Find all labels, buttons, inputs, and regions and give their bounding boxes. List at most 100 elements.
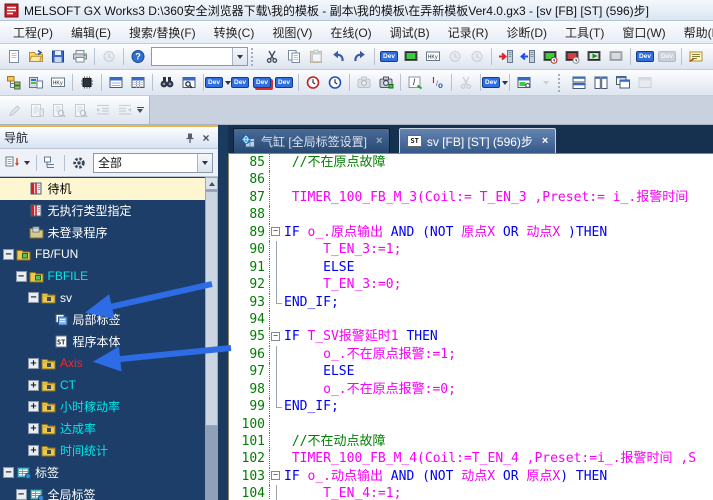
read-from-plc-icon[interactable]: [517, 46, 539, 67]
watch-window-icon[interactable]: Dev: [229, 72, 251, 93]
module-configuration-icon[interactable]: [76, 72, 98, 93]
toolbar-grip[interactable]: [251, 48, 258, 66]
device-comment-icon[interactable]: HKy: [47, 72, 69, 93]
tree-scrollbar[interactable]: [205, 177, 218, 500]
tree-item-FBFILE[interactable]: −FBFILE: [0, 265, 205, 287]
menu-item-1[interactable]: 编辑(E): [62, 22, 120, 43]
tree-expander-collapse[interactable]: −: [16, 489, 27, 500]
fold-toggle[interactable]: −: [270, 468, 284, 485]
menu-item-2[interactable]: 搜索/替换(F): [120, 22, 205, 43]
tree-expander-expand[interactable]: +: [28, 401, 39, 412]
keyword-search-combo[interactable]: [151, 47, 248, 66]
menu-item-5[interactable]: 在线(O): [321, 22, 380, 43]
monitor-window-icon[interactable]: [513, 72, 535, 93]
clock-setting-icon[interactable]: [302, 72, 324, 93]
tree-expander-collapse[interactable]: −: [28, 292, 39, 303]
fold-toggle[interactable]: −: [270, 328, 284, 345]
collapse-box-icon[interactable]: −: [271, 471, 280, 480]
cut-icon[interactable]: [261, 46, 283, 67]
tree-item-小时稼动率[interactable]: +小时稼动率: [0, 396, 205, 418]
tab-close-icon[interactable]: ×: [542, 135, 548, 147]
project-tree[interactable]: 待机无执行类型指定未登录程序−FB/FUN−FBFILE−sv局部标签ST程序本…: [0, 177, 218, 500]
device-batch-monitor-icon[interactable]: Dev: [207, 72, 229, 93]
tree-item-Axis[interactable]: +Axis: [0, 352, 205, 374]
device-buffer-icon[interactable]: Dev: [273, 72, 295, 93]
menu-item-10[interactable]: 窗口(W): [613, 22, 674, 43]
menu-item-6[interactable]: 调试(B): [381, 22, 439, 43]
tree-expander-expand[interactable]: +: [28, 358, 39, 369]
scroll-up-button[interactable]: [205, 177, 218, 190]
monitor-mode-icon[interactable]: [400, 46, 422, 67]
st-code-editor[interactable]: 85 //不在原点故障8687 TIMER_100_FB_M_3(Coil:= …: [228, 153, 713, 500]
clock-monitor-icon[interactable]: [324, 72, 346, 93]
panel-splitter[interactable]: [218, 125, 228, 500]
scrollbar-thumb[interactable]: [205, 191, 218, 426]
snapshot-run-icon[interactable]: [375, 72, 397, 93]
fold-toggle[interactable]: −: [270, 224, 284, 241]
tree-item-FB/FUN[interactable]: −FB/FUN: [0, 243, 205, 265]
label-edit-icon[interactable]: I: [404, 72, 426, 93]
tree-expander-collapse[interactable]: −: [16, 271, 27, 282]
tree-item-标签[interactable]: −标签: [0, 461, 205, 483]
menu-item-0[interactable]: 工程(P): [4, 22, 62, 43]
tree-item-无执行类型指定[interactable]: 无执行类型指定: [0, 200, 205, 222]
io-assignment-icon[interactable]: I/o: [426, 72, 448, 93]
device-test-icon[interactable]: HKy: [422, 46, 444, 67]
tree-item-程序本体[interactable]: ST程序本体: [0, 331, 205, 353]
menu-item-8[interactable]: 诊断(D): [497, 22, 556, 43]
cascade-windows-icon[interactable]: [612, 72, 634, 93]
tile-vertical-icon[interactable]: [590, 72, 612, 93]
navigation-window-icon[interactable]: [3, 72, 25, 93]
save-project-icon[interactable]: [47, 46, 69, 67]
tree-item-时间统计[interactable]: +时间统计: [0, 440, 205, 462]
close-icon[interactable]: ×: [198, 130, 214, 145]
new-project-icon[interactable]: [3, 46, 25, 67]
undo-icon[interactable]: [327, 46, 349, 67]
watch-stop-icon[interactable]: [561, 46, 583, 67]
tree-expander-collapse[interactable]: −: [3, 249, 14, 260]
tree-item-CT[interactable]: +CT: [0, 374, 205, 396]
document-tab-1[interactable]: 气缸 [全局标签设置]×: [233, 128, 390, 153]
settings-gear-icon[interactable]: [69, 152, 89, 173]
menu-item-9[interactable]: 工具(T): [556, 22, 613, 43]
tree-expander-expand[interactable]: +: [28, 423, 39, 434]
universal-editor-icon[interactable]: [127, 72, 149, 93]
collapse-box-icon[interactable]: −: [271, 332, 280, 341]
keyword-search-dropdown-arrow[interactable]: [232, 48, 247, 65]
tree-item-局部标签[interactable]: 局部标签: [0, 309, 205, 331]
tree-item-待机[interactable]: 待机: [0, 178, 205, 200]
program-editor-icon[interactable]: [105, 72, 127, 93]
element-selection-icon[interactable]: [25, 72, 47, 93]
redo-icon[interactable]: [349, 46, 371, 67]
device-register-icon[interactable]: Dev: [251, 72, 273, 93]
tree-item-达成率[interactable]: +达成率: [0, 418, 205, 440]
collapse-box-icon[interactable]: −: [271, 227, 280, 236]
target-filter-combo[interactable]: 全部: [93, 153, 213, 173]
copy-icon[interactable]: [283, 46, 305, 67]
write-to-plc-icon[interactable]: [495, 46, 517, 67]
toolbar-overflow-button[interactable]: [136, 100, 145, 121]
tree-item-全局标签[interactable]: −全局标签: [0, 483, 205, 500]
comment-display-icon[interactable]: [685, 46, 707, 67]
tree-expander-expand[interactable]: +: [28, 445, 39, 456]
menu-item-4[interactable]: 视图(V): [263, 22, 321, 43]
tile-horizontal-icon[interactable]: [568, 72, 590, 93]
help-icon[interactable]: ?: [127, 46, 149, 67]
tree-expander-expand[interactable]: +: [28, 380, 39, 391]
pin-icon[interactable]: [182, 130, 198, 145]
device-display-icon[interactable]: Dev: [634, 46, 656, 67]
collapse-all-button[interactable]: [41, 152, 60, 173]
watch-register-icon[interactable]: [539, 46, 561, 67]
tree-expander-collapse[interactable]: −: [3, 467, 14, 478]
filter-dropdown-arrow[interactable]: [197, 154, 212, 172]
menu-item-11[interactable]: 帮助(H): [675, 22, 713, 43]
display-switch-button[interactable]: [3, 152, 32, 173]
find-window-icon[interactable]: [178, 72, 200, 93]
device-monitor-combo-icon[interactable]: Dev: [484, 72, 506, 93]
monitor-start-icon[interactable]: [583, 46, 605, 67]
document-tab-2[interactable]: STsv [FB] [ST] (596)步×: [399, 128, 556, 153]
open-project-icon[interactable]: [25, 46, 47, 67]
tree-item-sv[interactable]: −sv: [0, 287, 205, 309]
print-icon[interactable]: [69, 46, 91, 67]
tree-item-未登录程序[interactable]: 未登录程序: [0, 222, 205, 244]
